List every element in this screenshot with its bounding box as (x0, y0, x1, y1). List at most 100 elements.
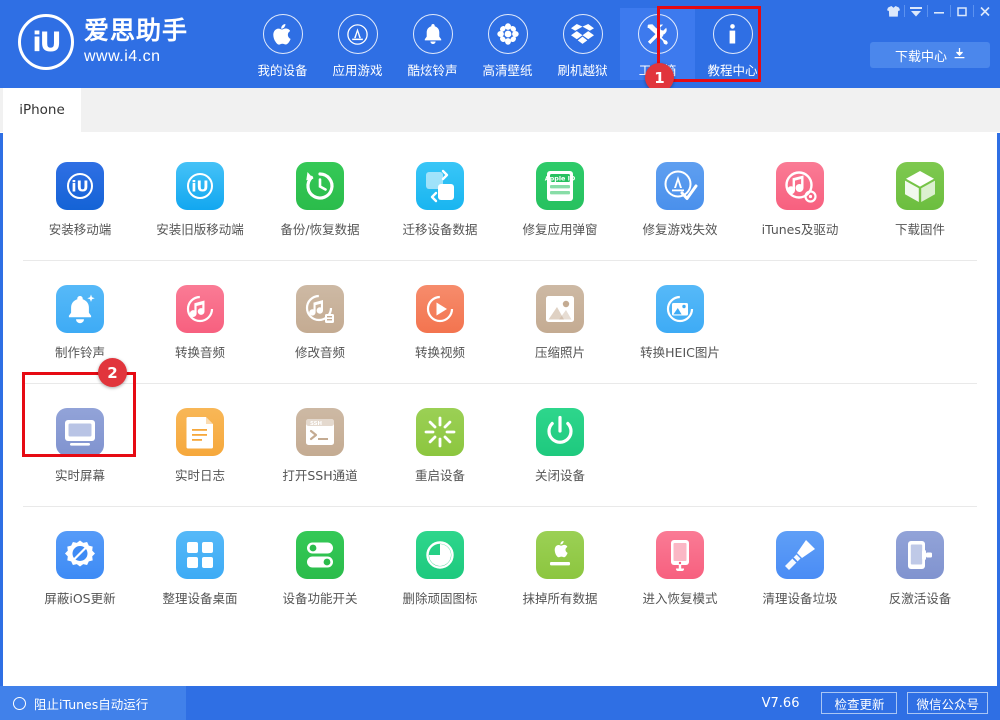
apple-id-card-icon: Apple ID (536, 162, 584, 210)
brand-url: www.i4.cn (84, 47, 188, 66)
backup-restore-icon (296, 162, 344, 210)
appstore-icon (338, 14, 378, 54)
make-ringtone-icon (56, 285, 104, 333)
convert-audio-icon (176, 285, 224, 333)
toolbox-item-3-5[interactable]: 关闭设备 (500, 408, 620, 484)
toolbox-item-label: 转换视频 (415, 342, 465, 361)
svg-text:Apple ID: Apple ID (545, 174, 576, 182)
app-header: iU 爱思助手 www.i4.cn 我的设备应用游戏酷炫铃声高清壁纸刷机越狱工具… (0, 0, 1000, 88)
deactivate-device-icon (896, 531, 944, 579)
erase-all-data-icon (536, 531, 584, 579)
toolbox-item-4-8[interactable]: 反激活设备 (860, 531, 980, 607)
version-label: V7.66 (762, 696, 800, 711)
toolbox-item-1-1[interactable]: iU安装移动端 (20, 162, 140, 238)
nav-item-2[interactable]: 应用游戏 (320, 8, 395, 80)
toolbox-item-4-7[interactable]: 清理设备垃圾 (740, 531, 860, 607)
close-icon[interactable] (974, 0, 996, 22)
toolbox-item-1-8[interactable]: 下载固件 (860, 162, 980, 238)
toolbox-item-4-3[interactable]: 设备功能开关 (260, 531, 380, 607)
toolbox-row: 实时屏幕实时日志 SSH 打开SSH通道 重启设备关闭设备 (3, 384, 997, 506)
reboot-device-icon (416, 408, 464, 456)
minimize-to-tray-icon[interactable] (905, 0, 927, 22)
toolbox-item-2-3[interactable]: 修改音频 (260, 285, 380, 361)
toolbox-item-1-6[interactable]: 修复游戏失效 (620, 162, 740, 238)
i4-app-icon: iU (56, 162, 104, 210)
feature-toggle-icon (296, 531, 344, 579)
nav-item-label: 刷机越狱 (557, 60, 607, 79)
toolbox-item-3-1[interactable]: 实时屏幕 (20, 408, 140, 484)
toolbox-item-1-2[interactable]: iU 安装旧版移动端 (140, 162, 260, 238)
toolbox-item-4-2[interactable]: 整理设备桌面 (140, 531, 260, 607)
toolbox-item-label: 设备功能开关 (282, 588, 357, 607)
toolbox-item-1-7[interactable]: iTunes及驱动 (740, 162, 860, 238)
toolbox-item-label: 进入恢复模式 (642, 588, 717, 607)
block-itunes-toggle[interactable]: 阻止iTunes自动运行 (0, 686, 186, 720)
toolbox-item-label: 打开SSH通道 (282, 465, 357, 484)
toolbox-item-4-1[interactable]: 屏蔽iOS更新 (20, 531, 140, 607)
toolbox-item-4-4[interactable]: 删除顽固图标 (380, 531, 500, 607)
block-itunes-label: 阻止iTunes自动运行 (34, 694, 148, 713)
toolbox-item-label: 修复应用弹窗 (522, 219, 597, 238)
flower-wallpaper-icon (488, 14, 528, 54)
apple-icon (263, 14, 303, 54)
nav-item-7[interactable]: 教程中心 (695, 8, 770, 80)
toolbox-item-3-3[interactable]: SSH 打开SSH通道 (260, 408, 380, 484)
svg-text:SSH: SSH (310, 421, 323, 427)
convert-video-icon (416, 285, 464, 333)
status-bar-right: V7.66 检查更新 微信公众号 (762, 692, 1000, 714)
toolbox-item-2-6[interactable]: 转换HEIC图片 (620, 285, 740, 361)
toolbox-item-label: 转换音频 (175, 342, 225, 361)
svg-text:iU: iU (191, 178, 208, 196)
nav-item-label: 我的设备 (257, 60, 307, 79)
toolbox-item-3-4[interactable]: 重启设备 (380, 408, 500, 484)
toolbox-item-2-5[interactable]: 压缩照片 (500, 285, 620, 361)
window-controls (882, 0, 996, 22)
firmware-box-icon (896, 162, 944, 210)
toolbox-item-2-1[interactable]: 制作铃声 (20, 285, 140, 361)
skin-icon[interactable] (882, 0, 904, 22)
appstore-check-icon (656, 162, 704, 210)
bell-icon (413, 14, 453, 54)
toolbox-item-label: 屏蔽iOS更新 (44, 588, 115, 607)
toolbox-item-label: 删除顽固图标 (402, 588, 477, 607)
download-center-button[interactable]: 下载中心 (870, 42, 990, 68)
toolbox-row: 屏蔽iOS更新 整理设备桌面 设备功能开关 删除顽固图标 抹掉所有数据 进入恢复模式 清理设… (3, 507, 997, 607)
toolbox-item-label: 压缩照片 (535, 342, 585, 361)
toolbox-item-1-3[interactable]: 备份/恢复数据 (260, 162, 380, 238)
toolbox-item-label: 整理设备桌面 (162, 588, 237, 607)
check-update-button[interactable]: 检查更新 (821, 692, 897, 714)
toolbox-item-1-5[interactable]: Apple ID 修复应用弹窗 (500, 162, 620, 238)
clean-junk-icon (776, 531, 824, 579)
migrate-data-icon (416, 162, 464, 210)
recovery-mode-icon (656, 531, 704, 579)
toolbox-item-3-2[interactable]: 实时日志 (140, 408, 260, 484)
nav-item-4[interactable]: 高清壁纸 (470, 8, 545, 80)
wechat-button[interactable]: 微信公众号 (907, 692, 988, 714)
toolbox-item-label: 下载固件 (895, 219, 945, 238)
nav-item-1[interactable]: 我的设备 (245, 8, 320, 80)
toolbox-item-label: 实时日志 (175, 465, 225, 484)
toolbox-item-label: 关闭设备 (535, 465, 585, 484)
toolbox-grid: iU安装移动端iU安装旧版移动端备份/恢复数据迁移设备数据Apple ID修复应… (3, 132, 997, 686)
tools-icon (638, 14, 678, 54)
tab-strip: iPhone (0, 88, 1000, 133)
toolbox-item-4-5[interactable]: 抹掉所有数据 (500, 531, 620, 607)
toolbox-item-1-4[interactable]: 迁移设备数据 (380, 162, 500, 238)
toolbox-item-2-2[interactable]: 转换音频 (140, 285, 260, 361)
tab-iphone[interactable]: iPhone (3, 88, 81, 132)
main-nav: 我的设备应用游戏酷炫铃声高清壁纸刷机越狱工具箱教程中心 (245, 8, 770, 80)
toolbox-item-label: 安装旧版移动端 (156, 219, 244, 238)
status-bar: 阻止iTunes自动运行 V7.66 检查更新 微信公众号 (0, 686, 1000, 720)
radio-icon (13, 697, 26, 710)
itunes-driver-icon (776, 162, 824, 210)
organize-desktop-icon (176, 531, 224, 579)
toolbox-item-2-4[interactable]: 转换视频 (380, 285, 500, 361)
nav-item-5[interactable]: 刷机越狱 (545, 8, 620, 80)
nav-item-3[interactable]: 酷炫铃声 (395, 8, 470, 80)
minimize-icon[interactable] (928, 0, 950, 22)
toolbox-item-label: iTunes及驱动 (762, 219, 839, 238)
maximize-icon[interactable] (951, 0, 973, 22)
toolbox-item-label: 备份/恢复数据 (280, 219, 359, 238)
toolbox-item-label: 抹掉所有数据 (522, 588, 597, 607)
toolbox-item-4-6[interactable]: 进入恢复模式 (620, 531, 740, 607)
